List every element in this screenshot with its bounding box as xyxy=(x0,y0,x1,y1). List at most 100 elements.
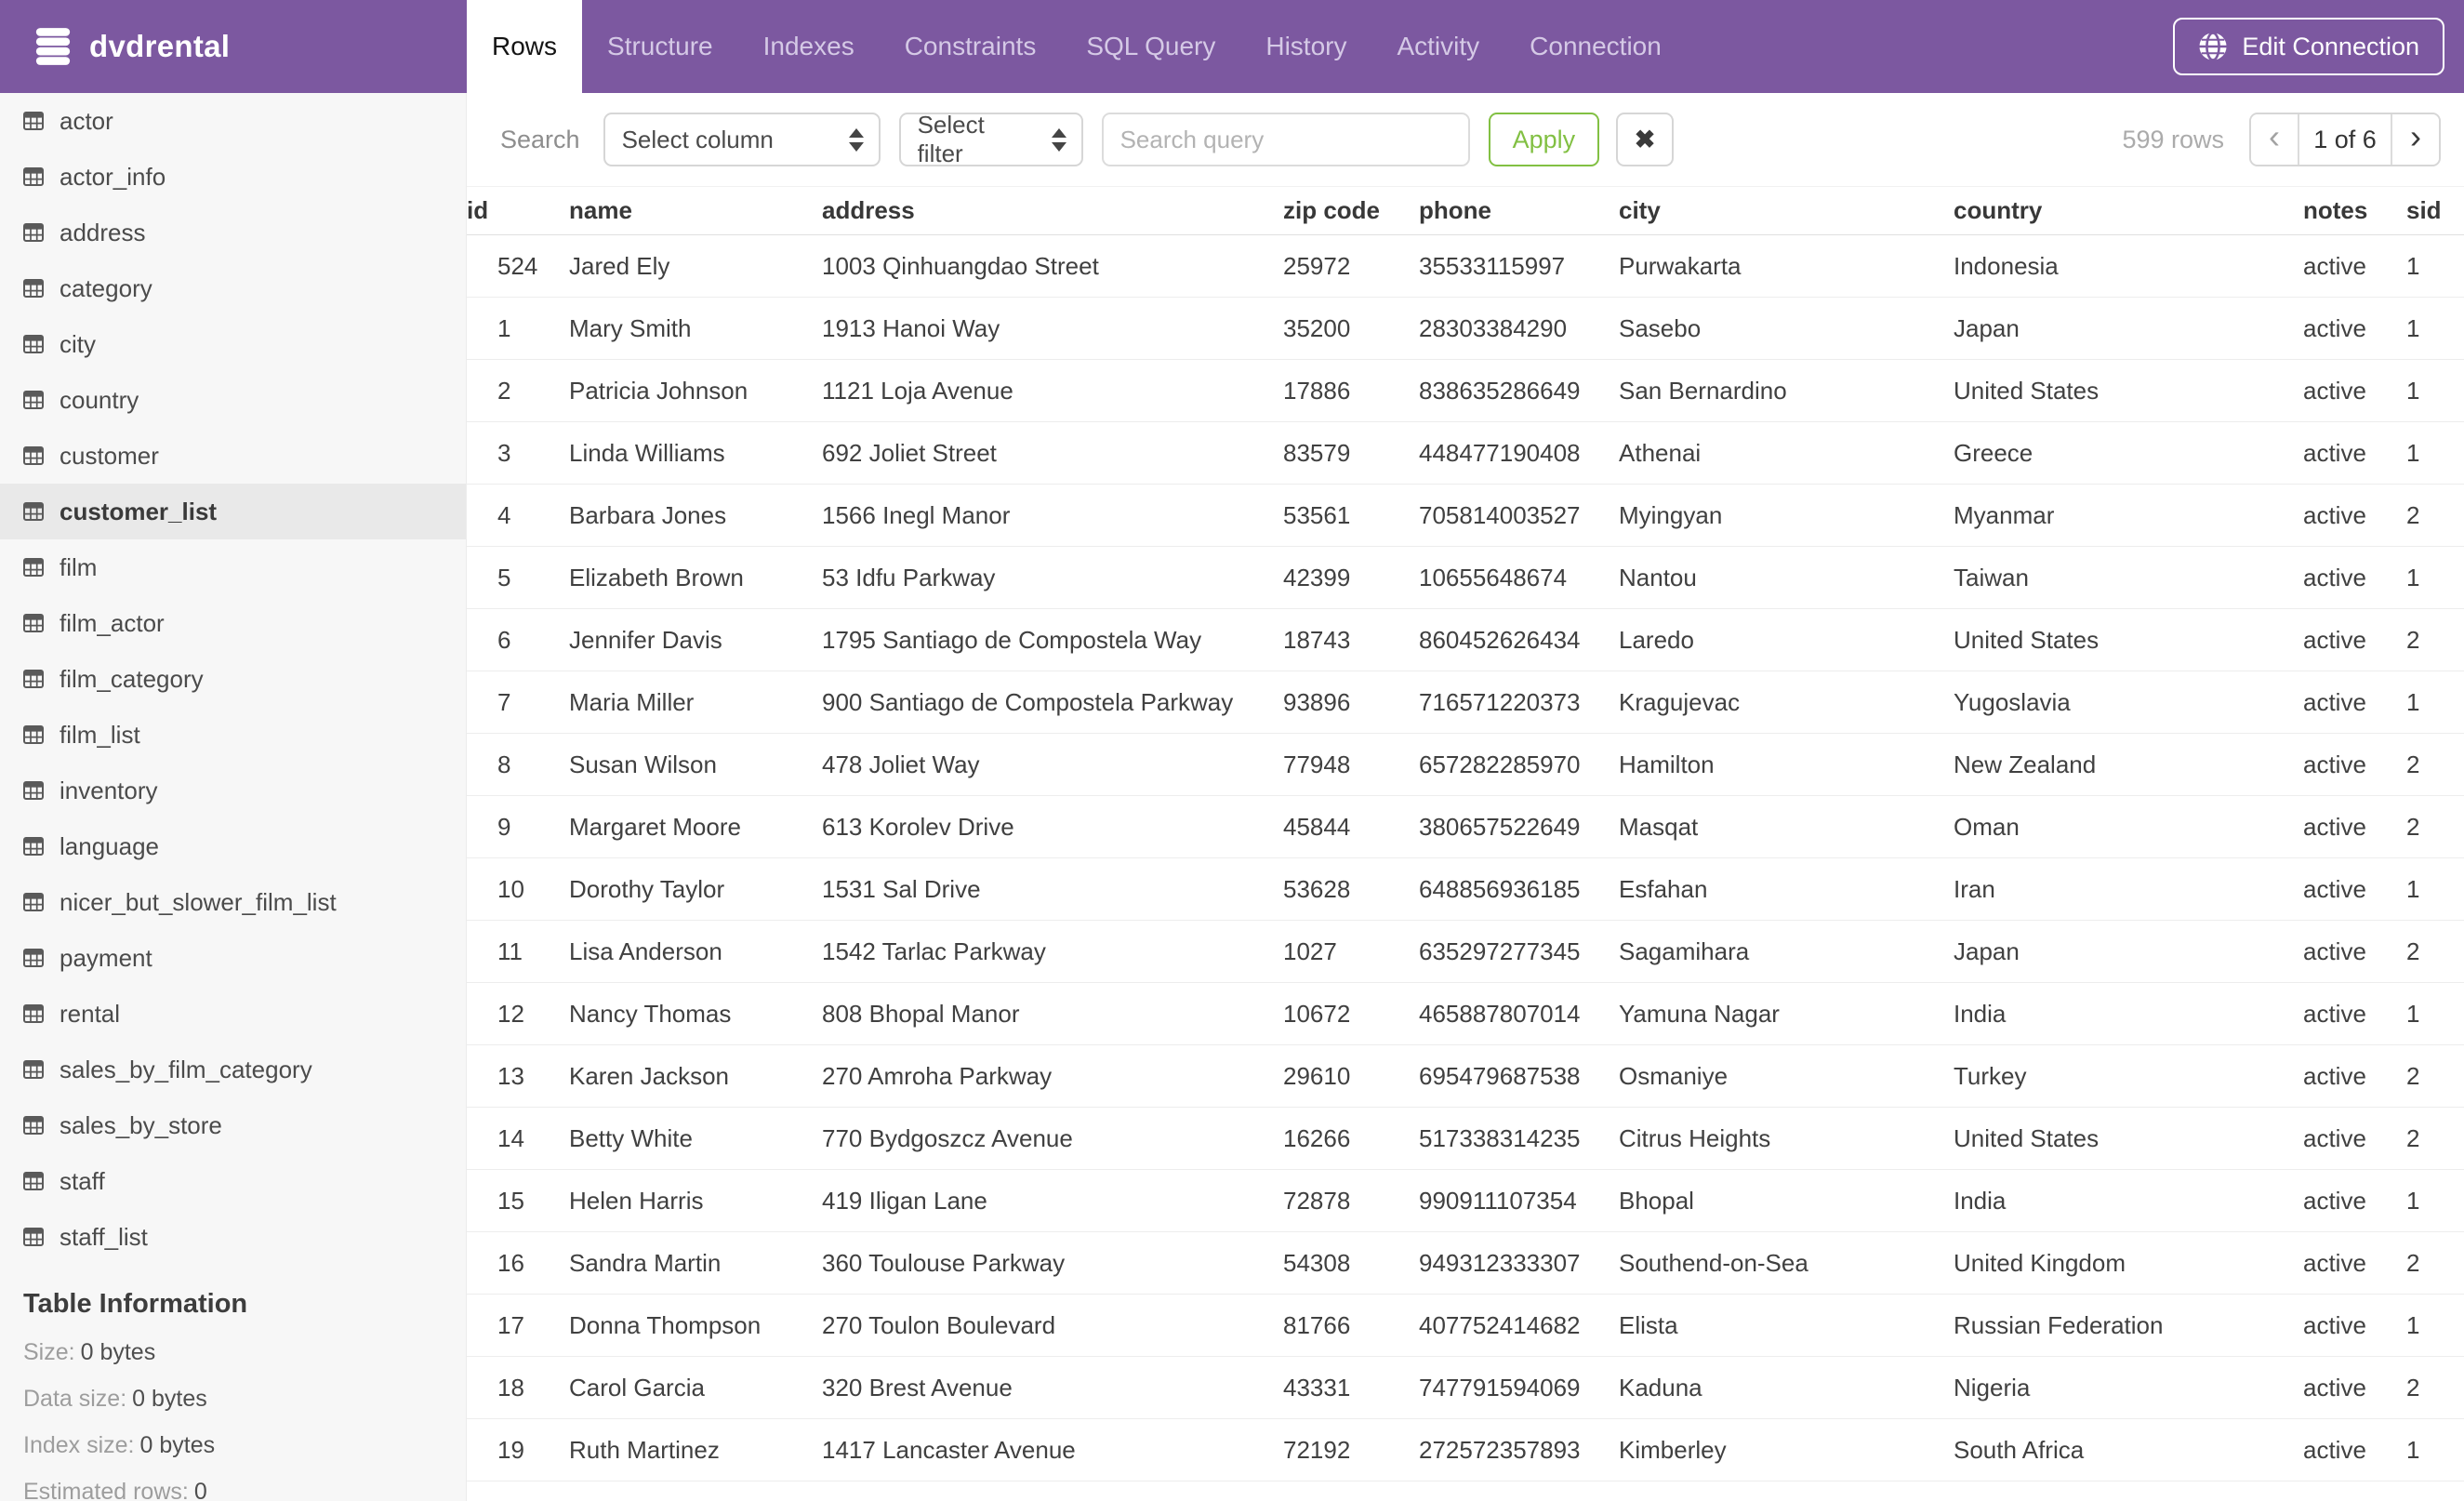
sidebar-item-payment[interactable]: payment xyxy=(0,930,466,986)
table-icon xyxy=(23,1060,44,1079)
table-name-label: inventory xyxy=(60,776,158,804)
table-row[interactable]: 13 Karen Jackson 270 Amroha Parkway 2961… xyxy=(467,1044,2464,1108)
tab-rows[interactable]: Rows xyxy=(467,0,583,93)
table-icon xyxy=(23,893,44,911)
tab-history[interactable]: History xyxy=(1240,0,1371,93)
cell-id: 11 xyxy=(467,920,569,983)
table-row[interactable]: 4 Barbara Jones 1566 Inegl Manor 53561 7… xyxy=(467,484,2464,547)
cell-city: San Bernardino xyxy=(1619,359,1954,422)
cell-phone: 517338314235 xyxy=(1419,1107,1619,1170)
table-row[interactable]: 14 Betty White 770 Bydgoszcz Avenue 1626… xyxy=(467,1107,2464,1170)
table-row[interactable]: 15 Helen Harris 419 Iligan Lane 72878 99… xyxy=(467,1169,2464,1232)
table-row[interactable]: 10 Dorothy Taylor 1531 Sal Drive 53628 6… xyxy=(467,857,2464,921)
cell-country: Oman xyxy=(1954,795,2303,858)
cell-zip-code: 35200 xyxy=(1283,297,1419,360)
cell-phone: 465887807014 xyxy=(1419,982,1619,1045)
previous-page-button[interactable]: ‹ xyxy=(2251,114,2298,165)
table-name-label: country xyxy=(60,385,139,414)
table-row[interactable]: 1 Mary Smith 1913 Hanoi Way 35200 283033… xyxy=(467,297,2464,360)
sidebar-item-address[interactable]: address xyxy=(0,205,466,260)
cell-id: 7 xyxy=(467,671,569,734)
cell-sid: 2 xyxy=(2406,608,2464,671)
filter-select[interactable]: Select filter xyxy=(898,111,1083,167)
table-row[interactable]: 9 Margaret Moore 613 Korolev Drive 45844… xyxy=(467,795,2464,858)
table-name-label: address xyxy=(60,218,146,246)
filter-select-value: Select filter xyxy=(917,111,985,167)
sidebar-item-category[interactable]: category xyxy=(0,260,466,316)
cell-country: Indonesia xyxy=(1954,234,2303,298)
table-row[interactable]: 3 Linda Williams 692 Joliet Street 83579… xyxy=(467,421,2464,485)
sidebar-item-city[interactable]: city xyxy=(0,316,466,372)
table-row[interactable]: 2 Patricia Johnson 1121 Loja Avenue 1788… xyxy=(467,359,2464,422)
sidebar-item-nicer-but-slower-film-list[interactable]: nicer_but_slower_film_list xyxy=(0,874,466,930)
sidebar-item-customer[interactable]: customer xyxy=(0,428,466,484)
table-row[interactable]: 5 Elizabeth Brown 53 Idfu Parkway 42399 … xyxy=(467,546,2464,609)
table-row[interactable]: 11 Lisa Anderson 1542 Tarlac Parkway 102… xyxy=(467,920,2464,983)
cell-zip-code: 17886 xyxy=(1283,359,1419,422)
tab-indexes[interactable]: Indexes xyxy=(738,0,880,93)
clear-search-button[interactable]: ✖ xyxy=(1616,113,1675,166)
table-row[interactable]: 17 Donna Thompson 270 Toulon Boulevard 8… xyxy=(467,1294,2464,1357)
tab-structure[interactable]: Structure xyxy=(582,0,738,93)
table-row[interactable]: 8 Susan Wilson 478 Joliet Way 77948 6572… xyxy=(467,733,2464,796)
sidebar-item-film[interactable]: film xyxy=(0,539,466,595)
table-row[interactable]: 7 Maria Miller 900 Santiago de Compostel… xyxy=(467,671,2464,734)
tab-constraints[interactable]: Constraints xyxy=(880,0,1062,93)
table-row[interactable]: 18 Carol Garcia 320 Brest Avenue 43331 7… xyxy=(467,1356,2464,1419)
cell-country: South Africa xyxy=(1954,1418,2303,1481)
info-value: 0 xyxy=(193,1479,207,1501)
sidebar-item-sales-by-store[interactable]: sales_by_store xyxy=(0,1097,466,1153)
tab-connection[interactable]: Connection xyxy=(1504,0,1687,93)
apply-button[interactable]: Apply xyxy=(1488,113,1600,166)
cell-name: Karen Jackson xyxy=(569,1044,822,1108)
cell-sid: 1 xyxy=(2406,359,2464,422)
column-header[interactable]: phone xyxy=(1419,186,1619,235)
pagination: ‹ 1 of 6 › xyxy=(2249,113,2441,166)
sidebar-item-staff[interactable]: staff xyxy=(0,1153,466,1209)
table-name-label: rental xyxy=(60,999,121,1028)
table-row[interactable]: 6 Jennifer Davis 1795 Santiago de Compos… xyxy=(467,608,2464,671)
next-page-button[interactable]: › xyxy=(2392,114,2439,165)
sidebar-item-language[interactable]: language xyxy=(0,818,466,874)
table-row[interactable]: 19 Ruth Martinez 1417 Lancaster Avenue 7… xyxy=(467,1418,2464,1481)
sidebar-item-rental[interactable]: rental xyxy=(0,986,466,1042)
table-row[interactable]: 524 Jared Ely 1003 Qinhuangdao Street 25… xyxy=(467,234,2464,298)
cell-country: United Kingdom xyxy=(1954,1231,2303,1295)
cell-zip-code: 45844 xyxy=(1283,795,1419,858)
sidebar-item-actor[interactable]: actor xyxy=(0,93,466,149)
sidebar-item-sales-by-film-category[interactable]: sales_by_film_category xyxy=(0,1042,466,1097)
cell-sid: 2 xyxy=(2406,1356,2464,1419)
sidebar-item-country[interactable]: country xyxy=(0,372,466,428)
sidebar-item-staff-list[interactable]: staff_list xyxy=(0,1209,466,1265)
sidebar-item-inventory[interactable]: inventory xyxy=(0,763,466,818)
search-query-input[interactable] xyxy=(1101,113,1470,166)
column-header[interactable]: city xyxy=(1619,186,1954,235)
cell-zip-code: 10672 xyxy=(1283,982,1419,1045)
sidebar-item-customer-list[interactable]: customer_list xyxy=(0,484,466,539)
column-header[interactable]: notes xyxy=(2303,186,2406,235)
column-header[interactable]: sid xyxy=(2406,186,2464,235)
sidebar-item-film-list[interactable]: film_list xyxy=(0,707,466,763)
results-table: id name address zip code phone city country not… xyxy=(467,186,2464,1481)
tab-sql-query[interactable]: SQL Query xyxy=(1061,0,1240,93)
sidebar-item-film-category[interactable]: film_category xyxy=(0,651,466,707)
table-row[interactable]: 12 Nancy Thomas 808 Bhopal Manor 10672 4… xyxy=(467,982,2464,1045)
column-header[interactable]: zip code xyxy=(1283,186,1419,235)
column-header[interactable]: country xyxy=(1954,186,2303,235)
table-name-label: category xyxy=(60,273,152,302)
cell-sid: 1 xyxy=(2406,857,2464,921)
tab-activity[interactable]: Activity xyxy=(1371,0,1504,93)
column-select[interactable]: Select column xyxy=(603,113,881,166)
sidebar-item-film-actor[interactable]: film_actor xyxy=(0,595,466,651)
cell-id: 16 xyxy=(467,1231,569,1295)
cell-id: 8 xyxy=(467,733,569,796)
table-name-label: film_category xyxy=(60,664,204,693)
sidebar-item-actor-info[interactable]: actor_info xyxy=(0,149,466,205)
table-row[interactable]: 16 Sandra Martin 360 Toulouse Parkway 54… xyxy=(467,1231,2464,1295)
edit-connection-button[interactable]: Edit Connection xyxy=(2173,18,2444,75)
cell-id: 19 xyxy=(467,1418,569,1481)
column-header[interactable]: address xyxy=(822,186,1283,235)
column-header[interactable]: id xyxy=(467,186,569,235)
cell-phone: 695479687538 xyxy=(1419,1044,1619,1108)
column-header[interactable]: name xyxy=(569,186,822,235)
